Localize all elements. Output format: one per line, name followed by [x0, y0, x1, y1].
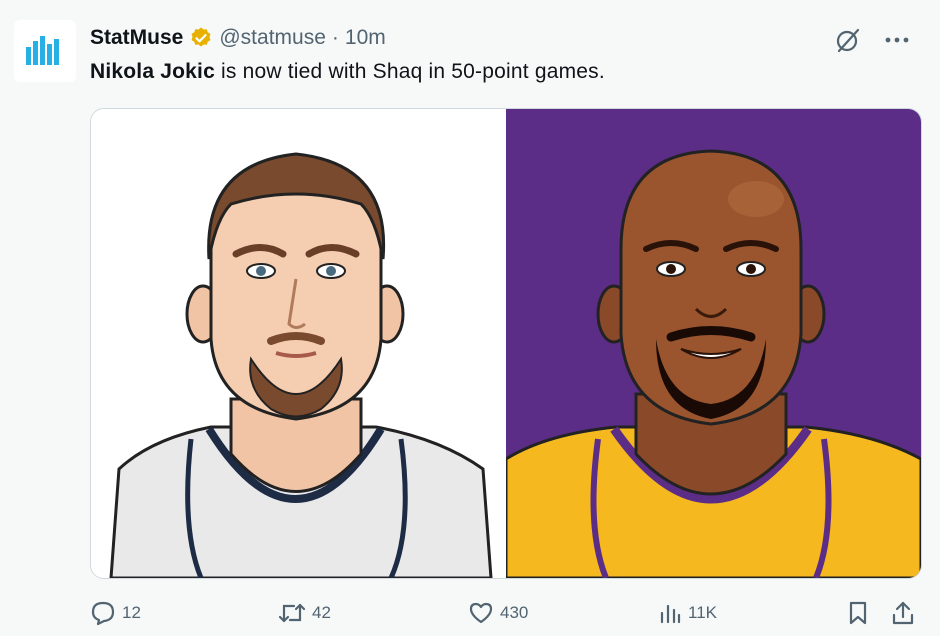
verified-badge-icon: [189, 26, 213, 50]
retweet-button[interactable]: 42: [278, 597, 331, 629]
reply-button[interactable]: 12: [90, 597, 141, 629]
tweet-text-body: is now tied with Shaq in 50-point games.: [214, 60, 605, 83]
author-avatar[interactable]: [14, 20, 76, 82]
tweet-time[interactable]: 10m: [345, 26, 386, 50]
reply-icon: [90, 600, 116, 626]
like-count: 430: [500, 603, 529, 622]
views-button[interactable]: 11K: [658, 597, 717, 629]
author-handle[interactable]: @statmuse: [219, 26, 326, 50]
author-name[interactable]: StatMuse: [90, 26, 183, 50]
player-name: Nikola Jokic: [90, 60, 215, 83]
views-icon: [658, 601, 682, 625]
heart-icon: [468, 600, 494, 626]
bookmark-icon: [846, 600, 870, 626]
more-icon[interactable]: [884, 36, 910, 44]
separator-dot: ·: [331, 26, 339, 49]
shaq-illustration: [506, 109, 921, 578]
retweet-count: 42: [312, 603, 331, 622]
reply-count: 12: [122, 603, 141, 622]
share-icon: [890, 600, 916, 626]
like-button[interactable]: 430: [468, 597, 528, 629]
jokic-illustration: [91, 109, 506, 578]
tweet-header: StatMuse @statmuse · 10m: [90, 24, 910, 54]
views-count: 11K: [688, 603, 717, 622]
retweet-icon: [278, 600, 306, 626]
tweet-action-bar: 12 42 430 11K: [90, 597, 920, 629]
share-button[interactable]: [890, 597, 916, 629]
grok-icon[interactable]: [834, 26, 862, 54]
tweet-media[interactable]: [90, 108, 922, 579]
tweet-text: Nikola Jokic is now tied with Shaq in 50…: [90, 60, 605, 84]
bookmark-button[interactable]: [846, 597, 870, 629]
statmuse-logo-icon: [26, 36, 59, 65]
